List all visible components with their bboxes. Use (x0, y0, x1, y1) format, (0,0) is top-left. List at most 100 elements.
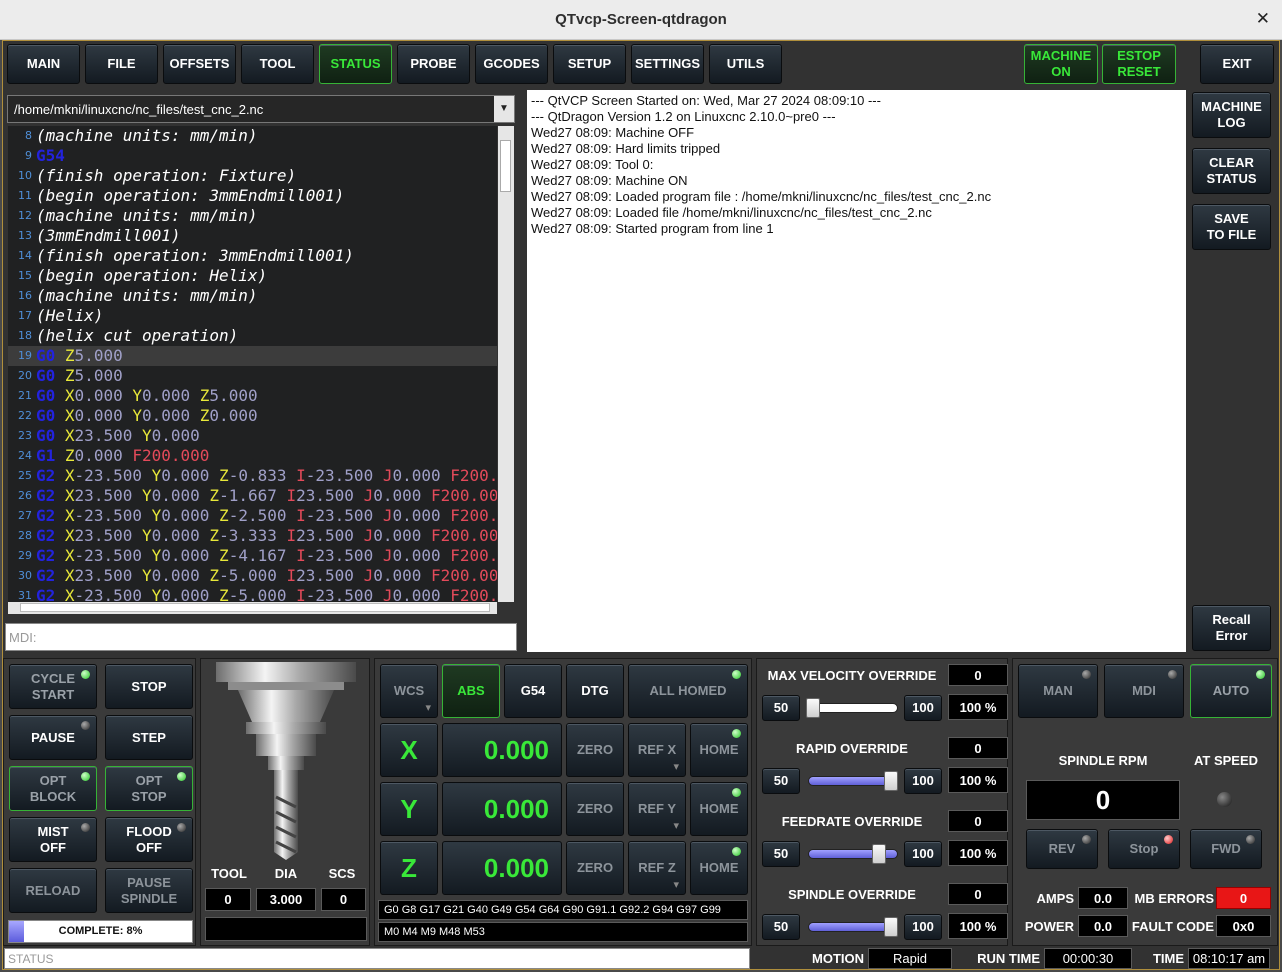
estop-reset-button[interactable]: ESTOP RESET (1102, 44, 1176, 84)
spindle-override-max-button[interactable]: 100 (904, 914, 942, 940)
machine-log-button[interactable]: MACHINE LOG (1192, 92, 1271, 138)
code-token: (machine units: mm/min) (36, 126, 258, 145)
tab-status[interactable]: STATUS (319, 44, 392, 84)
spindle-rev-button[interactable]: REV (1026, 829, 1098, 869)
time-value: 08:10:17 am (1188, 948, 1270, 969)
ref-y-button[interactable]: REF Y ▾ (628, 782, 686, 836)
axis-z-button[interactable]: Z (380, 841, 438, 895)
ref-z-button[interactable]: REF Z ▾ (628, 841, 686, 895)
fault-code-value: 0x0 (1216, 915, 1271, 937)
auto-led (1256, 670, 1265, 679)
code-token: X (64, 386, 75, 405)
feedrate-override-slider-handle[interactable] (872, 844, 887, 864)
clear-status-button[interactable]: CLEAR STATUS (1192, 148, 1271, 194)
max-velocity-override-slider-handle[interactable] (806, 698, 820, 718)
feedrate-override-max-button[interactable]: 100 (904, 841, 942, 867)
tab-file[interactable]: FILE (85, 44, 158, 84)
auto-mode-button[interactable]: AUTO (1190, 664, 1272, 718)
code-token: J (363, 566, 374, 585)
home-y-led (732, 788, 741, 797)
line-number: 27 (18, 509, 32, 522)
dia-header: DIA (274, 866, 298, 881)
code-token: (begin operation: Helix) (36, 266, 268, 285)
horizontal-scrollbar[interactable] (8, 602, 497, 614)
rapid-override-min-button[interactable]: 50 (762, 768, 800, 794)
mdi-mode-button[interactable]: MDI (1104, 664, 1184, 718)
scroll-thumb[interactable] (500, 140, 511, 192)
tab-tool[interactable]: TOOL (241, 44, 314, 84)
code-line: 10 (finish operation: Fixture) (8, 166, 497, 186)
spindle-fwd-button[interactable]: FWD (1190, 829, 1262, 869)
close-icon[interactable]: ✕ (1256, 9, 1270, 29)
code-token: G2 (36, 526, 56, 545)
gcode-editor[interactable]: 8 (machine units: mm/min) 9 G54 10 (finish op… (8, 126, 497, 602)
code-line: 8 (machine units: mm/min) (8, 126, 497, 146)
chevron-down-icon[interactable]: ▼ (494, 96, 514, 122)
opt-block-led (81, 772, 90, 781)
cycle-start-button[interactable]: CYCLE START (9, 664, 97, 709)
mdi-input[interactable]: MDI: (5, 623, 517, 651)
spindle-override-min-button[interactable]: 50 (762, 914, 800, 940)
code-line: 9 G54 (8, 146, 497, 166)
reload-button[interactable]: RELOAD (9, 868, 97, 913)
zero-y-button[interactable]: ZERO (566, 782, 624, 836)
code-token: (3mmEndmill001) (36, 226, 181, 245)
line-number: 18 (18, 329, 32, 342)
pause-spindle-button[interactable]: PAUSE SPINDLE (105, 868, 193, 913)
opt-block-button[interactable]: OPT BLOCK (9, 766, 97, 811)
abs-button[interactable]: ABS (442, 664, 500, 718)
line-number: 20 (18, 369, 32, 382)
home-x-button[interactable]: HOME (690, 723, 748, 777)
g54-button[interactable]: G54 (504, 664, 562, 718)
spindle-stop-button[interactable]: Stop (1108, 829, 1180, 869)
step-button[interactable]: STEP (105, 715, 193, 760)
save-to-file-button[interactable]: SAVE TO FILE (1192, 204, 1271, 250)
dtg-button[interactable]: DTG (566, 664, 624, 718)
code-line: 12 (machine units: mm/min) (8, 206, 497, 226)
max-velocity-override-max-button[interactable]: 100 (904, 695, 942, 721)
pause-button[interactable]: PAUSE (9, 715, 97, 760)
axis-y-button[interactable]: Y (380, 782, 438, 836)
ref-z-label: REF Z (638, 860, 676, 875)
all-homed-button[interactable]: ALL HOMED (628, 664, 748, 718)
flood-button[interactable]: FLOOD OFF (105, 817, 193, 862)
rapid-override-slider-handle[interactable] (884, 771, 898, 791)
max-velocity-override-slider[interactable] (808, 703, 898, 713)
ref-x-button[interactable]: REF X ▾ (628, 723, 686, 777)
man-mode-button[interactable]: MAN (1018, 664, 1098, 718)
code-token: Z (199, 386, 210, 405)
rapid-override-max-button[interactable]: 100 (904, 768, 942, 794)
spindle-override-slider-handle[interactable] (884, 917, 898, 937)
h-scroll-thumb[interactable] (20, 603, 490, 612)
recall-error-button[interactable]: Recall Error (1192, 605, 1271, 651)
axis-x-button[interactable]: X (380, 723, 438, 777)
code-token: X (64, 586, 75, 602)
mist-button[interactable]: MIST OFF (9, 817, 97, 862)
tab-utils[interactable]: UTILS (709, 44, 782, 84)
stop-button[interactable]: STOP (105, 664, 193, 709)
home-y-button[interactable]: HOME (690, 782, 748, 836)
tab-offsets[interactable]: OFFSETS (163, 44, 236, 84)
code-token: 0.000 (392, 546, 451, 565)
zero-z-button[interactable]: ZERO (566, 841, 624, 895)
home-z-button[interactable]: HOME (690, 841, 748, 895)
file-path-combo[interactable]: /home/mkni/linuxcnc/nc_files/test_cnc_2.… (7, 95, 515, 123)
code-token: G2 (36, 586, 56, 602)
active-gcodes: G0 G8 G17 G21 G40 G49 G54 G64 G90 G91.1 … (378, 900, 748, 920)
feedrate-override-min-button[interactable]: 50 (762, 841, 800, 867)
line-number: 11 (18, 189, 32, 202)
max-velocity-override-min-button[interactable]: 50 (762, 695, 800, 721)
tab-probe[interactable]: PROBE (397, 44, 470, 84)
exit-button[interactable]: EXIT (1200, 44, 1274, 84)
wcs-button[interactable]: WCS ▾ (380, 664, 438, 718)
tab-settings[interactable]: SETTINGS (631, 44, 704, 84)
opt-stop-button[interactable]: OPT STOP (105, 766, 193, 811)
tab-gcodes[interactable]: GCODES (475, 44, 548, 84)
tab-main[interactable]: MAIN (7, 44, 80, 84)
code-token: 23.500 (296, 486, 364, 505)
zero-x-button[interactable]: ZERO (566, 723, 624, 777)
machine-on-button[interactable]: MACHINE ON (1024, 44, 1098, 84)
vertical-scrollbar[interactable] (498, 126, 514, 602)
tab-setup[interactable]: SETUP (553, 44, 626, 84)
code-token: 23.500 (74, 566, 142, 585)
